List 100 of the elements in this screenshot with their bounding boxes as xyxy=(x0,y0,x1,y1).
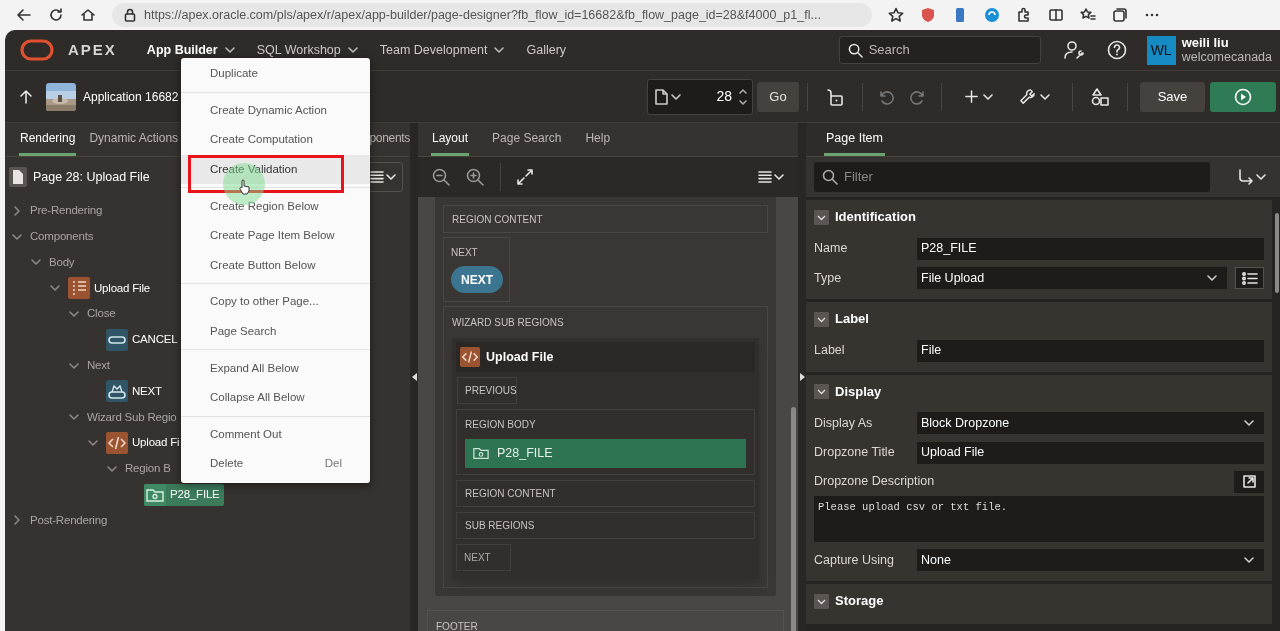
star-icon[interactable] xyxy=(888,7,904,23)
menu-item[interactable]: Duplicate xyxy=(181,59,370,89)
go-to-group-button[interactable] xyxy=(1238,169,1266,185)
panel-tab[interactable]: Help xyxy=(584,123,612,156)
menu-item[interactable]: Expand All Below xyxy=(181,353,370,383)
tree-node[interactable]: Post-Rendering xyxy=(30,509,112,532)
expand-editor-button[interactable] xyxy=(1234,470,1264,493)
unlock-icon[interactable] xyxy=(826,87,844,106)
menu-item[interactable]: Delete Del xyxy=(181,449,370,479)
region-list-icon xyxy=(68,277,90,300)
section-title: Identification xyxy=(835,208,916,227)
collections-icon[interactable] xyxy=(1112,7,1128,23)
user-name: weili liu xyxy=(1181,35,1230,50)
tree-node[interactable]: Pre-Rendering xyxy=(30,199,107,222)
menu-item[interactable]: Create Page Item Below xyxy=(181,220,370,251)
search-field[interactable]: Search xyxy=(868,40,1032,60)
user-settings-icon[interactable] xyxy=(1062,40,1085,60)
next-slot: NEXT xyxy=(456,544,511,571)
section-title: Display xyxy=(835,382,882,401)
code-icon xyxy=(106,432,128,455)
utilities-menu-button[interactable] xyxy=(1019,88,1050,105)
run-button[interactable] xyxy=(1210,81,1276,112)
split-screen-icon[interactable] xyxy=(1048,7,1064,23)
input-field[interactable]: P28_FILE xyxy=(917,237,1264,260)
nav-menu[interactable]: SQL Workshop xyxy=(256,40,358,60)
chevron-down-icon[interactable] xyxy=(814,209,829,225)
tree-node[interactable]: Components xyxy=(30,225,98,248)
user-avatar[interactable]: WL xyxy=(1146,35,1176,65)
up-arrow-icon[interactable] xyxy=(20,89,32,104)
tree-node[interactable]: NEXT xyxy=(106,380,166,403)
panel-tab[interactable]: ponents xyxy=(368,123,410,156)
menu-item[interactable]: Create Button Below xyxy=(181,250,370,281)
panel-tab[interactable]: Page Search xyxy=(491,123,563,156)
page-selector[interactable]: 28 xyxy=(647,78,753,115)
back-arrow-icon[interactable] xyxy=(16,7,32,23)
menu-item[interactable]: Create Validation xyxy=(181,154,370,185)
input-field[interactable]: Upload File xyxy=(917,441,1264,464)
next-button[interactable]: NEXT xyxy=(451,266,503,293)
go-button[interactable]: Go xyxy=(757,81,799,112)
wrench-icon xyxy=(1019,88,1036,105)
puzzle-icon[interactable] xyxy=(1016,7,1032,23)
button-icon xyxy=(106,380,128,403)
tree-node[interactable]: Upload File xyxy=(68,277,154,300)
favorites-icon[interactable] xyxy=(1080,7,1096,23)
text-area[interactable]: Please upload csv or txt file. xyxy=(814,495,1264,542)
save-button[interactable]: Save xyxy=(1140,81,1205,112)
tree-node[interactable]: Close xyxy=(87,303,120,326)
tree-node[interactable]: Next xyxy=(87,354,114,377)
previous-slot: PREVIOUS xyxy=(457,377,517,404)
menu-item[interactable]: Comment Out xyxy=(181,419,370,450)
tree-node[interactable]: Region B xyxy=(125,457,175,480)
zoom-in-icon[interactable] xyxy=(466,168,484,186)
tree-node[interactable]: P28_FILE xyxy=(144,483,224,506)
menu-item[interactable]: Page Search xyxy=(181,316,370,347)
chevron-down-icon[interactable] xyxy=(814,593,829,609)
tree-node[interactable]: Upload Fi xyxy=(106,432,184,455)
chevron-down-icon xyxy=(983,91,993,102)
create-menu-button[interactable] xyxy=(964,89,993,104)
shield-icon[interactable] xyxy=(920,7,936,23)
help-icon[interactable] xyxy=(1106,40,1127,60)
region-content-slot: REGION CONTENT xyxy=(443,205,768,233)
open-window-icon xyxy=(1242,475,1256,488)
address-bar[interactable]: https://apex.oracle.com/pls/apex/r/apex/app-builder/page-designer?fb_flow_id=16682&fb_flow_page_id=28&f4000_p1_fl... xyxy=(112,3,872,27)
zoom-out-icon[interactable] xyxy=(432,168,450,186)
page-item-bar[interactable]: P28_FILE xyxy=(465,439,746,468)
chevron-down-icon[interactable] xyxy=(814,311,829,327)
chevron-right-icon[interactable] xyxy=(11,514,23,527)
nav-menu[interactable]: Gallery xyxy=(526,40,567,60)
select-field[interactable]: None xyxy=(917,549,1264,572)
list-button[interactable] xyxy=(1235,267,1264,290)
expand-icon[interactable] xyxy=(517,169,533,185)
slot-label: REGION BODY xyxy=(465,418,537,432)
nav-menu[interactable]: Team Development xyxy=(379,40,505,60)
shapes-icon[interactable] xyxy=(1091,87,1109,106)
menu-item[interactable]: Create Dynamic Action xyxy=(181,95,370,126)
layout-menu-button[interactable] xyxy=(758,171,784,183)
input-field[interactable]: File xyxy=(917,339,1264,362)
nav-menu[interactable]: App Builder xyxy=(146,40,235,60)
chevron-down-icon[interactable] xyxy=(814,384,829,399)
reload-icon[interactable] xyxy=(48,7,64,23)
slot-label: NEXT xyxy=(451,246,479,260)
tree-node[interactable]: CANCEL xyxy=(106,328,182,351)
panel-tab[interactable]: Rendering xyxy=(19,123,77,156)
tree-node[interactable]: Wizard Sub Regio xyxy=(87,406,181,429)
home-icon[interactable] xyxy=(80,7,96,23)
menu-item[interactable]: Copy to other Page... xyxy=(181,287,370,317)
list-icon xyxy=(1241,271,1258,285)
field-label: Type xyxy=(814,269,843,287)
menu-item[interactable]: Collapse All Below xyxy=(181,382,370,413)
panel-tab[interactable]: Dynamic Actions xyxy=(88,123,180,156)
search-box[interactable]: Search xyxy=(838,36,1041,64)
chevron-right-icon[interactable] xyxy=(11,204,23,217)
filter-box[interactable]: Filter xyxy=(814,162,1210,192)
circle-logo-icon[interactable] xyxy=(984,7,1000,23)
select-field[interactable]: File Upload xyxy=(917,267,1227,290)
menu-item[interactable]: Create Region Below xyxy=(181,191,370,221)
menu-item[interactable]: Create Computation xyxy=(181,125,370,155)
select-field[interactable]: Block Dropzone xyxy=(917,412,1264,435)
field-label: Name xyxy=(814,240,849,258)
tree-node[interactable]: Body xyxy=(49,251,79,274)
